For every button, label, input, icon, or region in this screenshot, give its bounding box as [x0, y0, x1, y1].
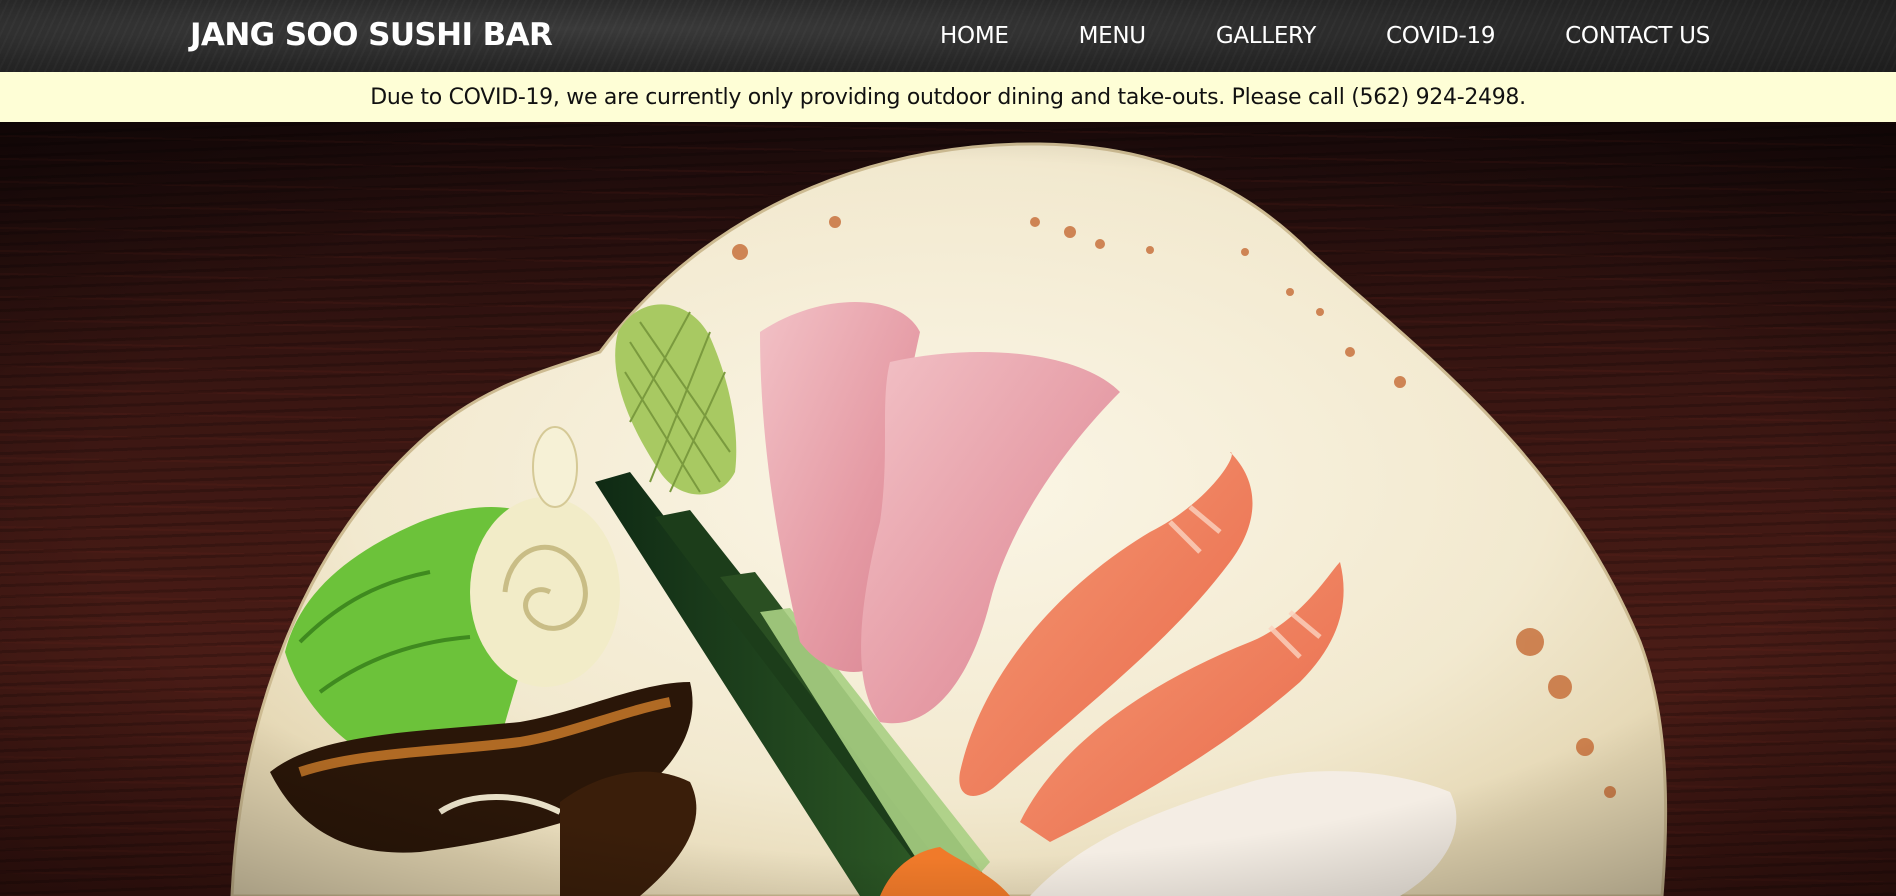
nav-menu[interactable]: MENU	[1079, 22, 1147, 50]
covid-notice-text: Due to COVID-19, we are currently only p…	[370, 84, 1526, 110]
nav-covid-19[interactable]: COVID-19	[1386, 22, 1495, 50]
site-logo-link[interactable]: JANG SOO SUSHI BAR	[190, 16, 553, 54]
site-header: JANG SOO SUSHI BAR HOME MENU GALLERY COV…	[0, 0, 1896, 72]
nav-gallery[interactable]: GALLERY	[1216, 22, 1316, 50]
hero-image	[0, 122, 1896, 896]
nav-contact-us[interactable]: CONTACT US	[1565, 22, 1710, 50]
covid-notice-banner: Due to COVID-19, we are currently only p…	[0, 72, 1896, 122]
sushi-platter-illustration	[0, 122, 1896, 896]
nav-home[interactable]: HOME	[940, 22, 1009, 50]
main-nav: HOME MENU GALLERY COVID-19 CONTACT US	[940, 0, 1710, 72]
